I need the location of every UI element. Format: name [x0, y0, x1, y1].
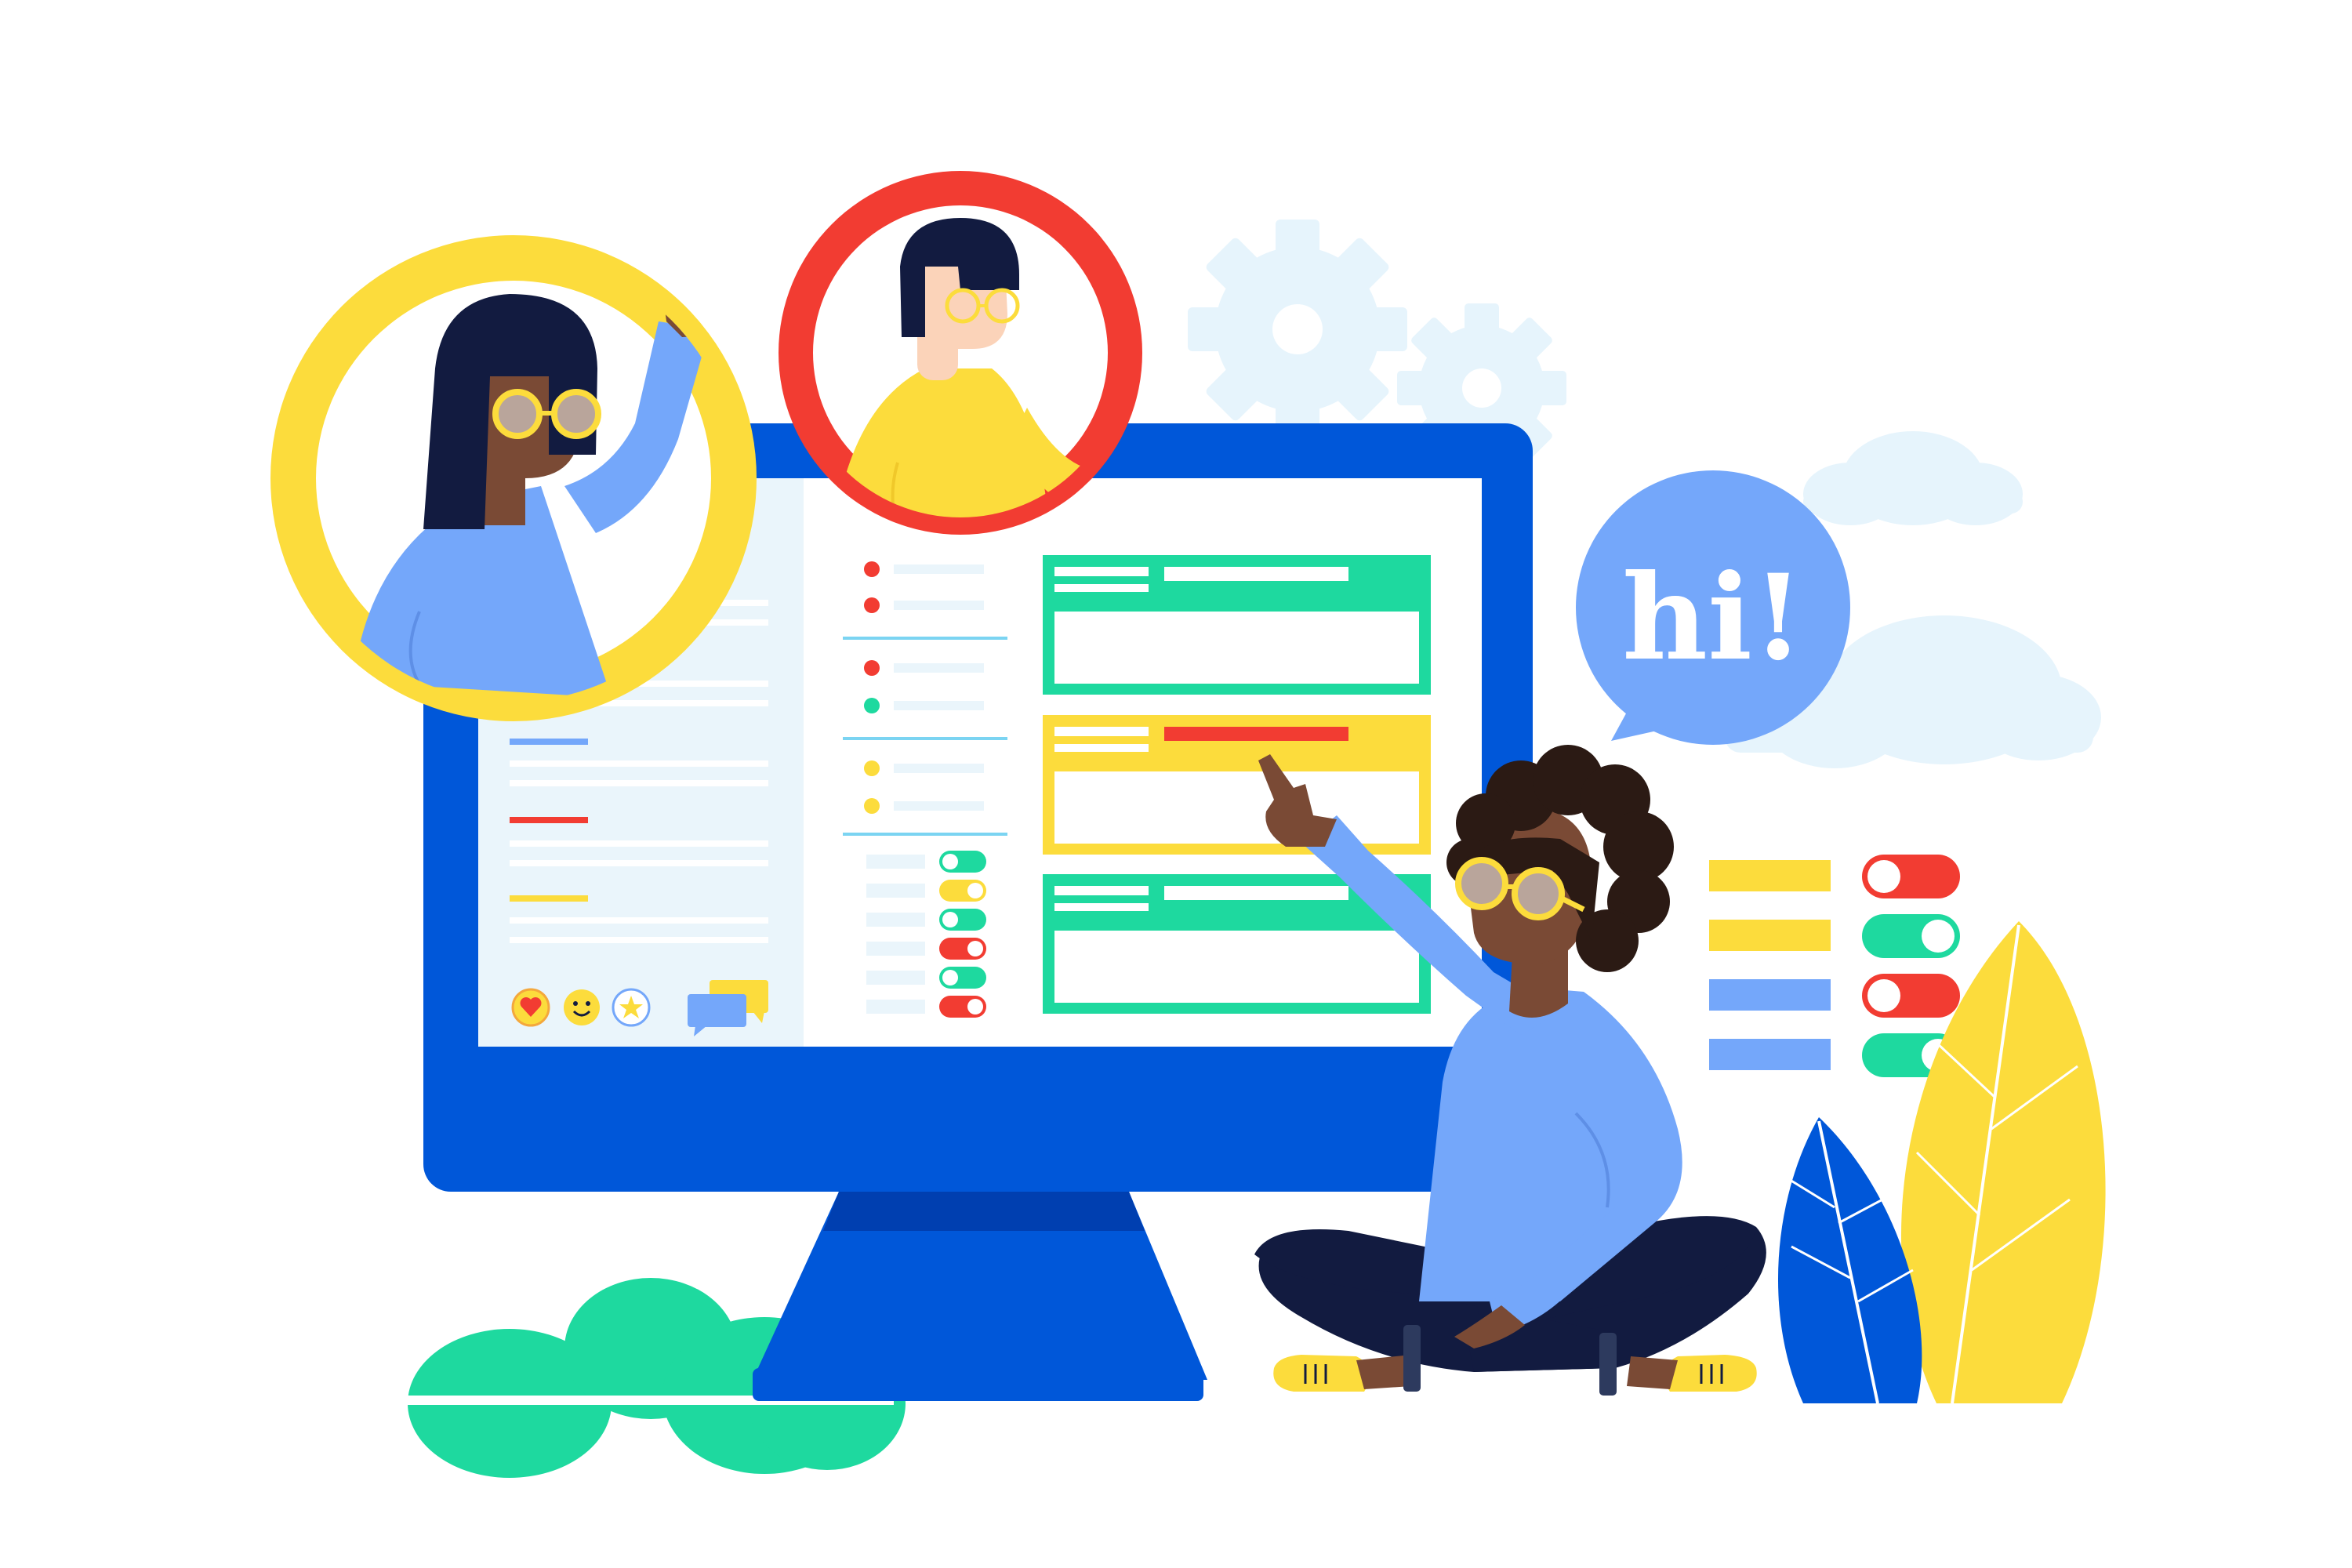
toggle-icon[interactable]	[939, 967, 986, 989]
sidebar-accent-line	[510, 895, 588, 902]
speech-bubble-text: hi!	[1622, 549, 1804, 687]
speech-bubble: hi!	[1576, 470, 1850, 745]
content-card[interactable]	[1043, 555, 1431, 695]
toggle-icon[interactable]	[1862, 974, 1960, 1018]
toggle-row	[1709, 974, 1960, 1018]
sidebar-accent-line	[510, 817, 588, 823]
toggle-row	[1709, 855, 1960, 898]
sidebar-accent-line	[510, 739, 588, 745]
shoe	[1273, 1355, 1370, 1392]
cloud-icon	[1803, 431, 2023, 525]
toggle-icon[interactable]	[939, 851, 986, 873]
toggle-icon[interactable]	[1862, 855, 1960, 898]
leaf-icon	[1777, 1117, 1922, 1404]
smiley-icon[interactable]	[564, 989, 600, 1025]
monitor-base	[753, 1368, 1203, 1401]
heart-icon[interactable]	[511, 988, 550, 1027]
video-call-illustration: hi!	[270, 171, 2106, 1478]
toggle-list	[1709, 855, 1960, 1077]
toggle-icon[interactable]	[939, 909, 986, 931]
content-card-highlighted[interactable]	[1043, 715, 1431, 855]
avatar[interactable]	[270, 235, 757, 721]
toggle-icon[interactable]	[939, 938, 986, 960]
toggle-icon[interactable]	[1862, 914, 1960, 958]
star-icon[interactable]	[612, 988, 651, 1027]
toggle-row	[1709, 914, 1960, 958]
toggle-icon[interactable]	[939, 996, 986, 1018]
toggle-icon[interactable]	[939, 880, 986, 902]
toggle-row	[1709, 1033, 1960, 1077]
